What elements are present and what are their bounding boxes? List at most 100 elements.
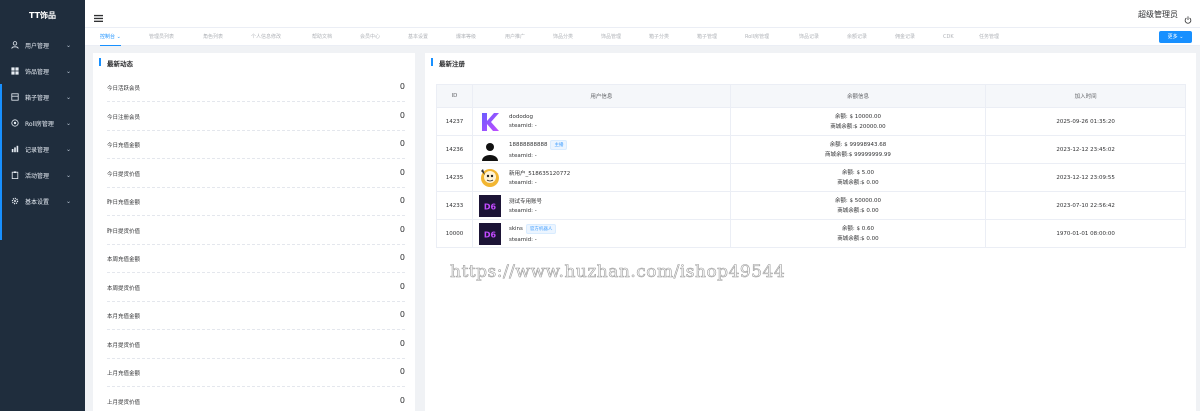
registrations-table-body: 14237 dododog steamid: - 余额: $ 10000.00 商城余额… [436, 107, 1186, 248]
stat-value: 0 [399, 224, 405, 234]
username: 18888888888 [508, 142, 548, 148]
power-icon[interactable] [1184, 9, 1192, 24]
table-row: 14233 D6 测试专用账号 steamid: - 余额: $ 50000.00 商城余… [436, 191, 1186, 220]
table-row: 14236 18888888888 主播 steamid: - 余额: $ 999989… [436, 135, 1186, 164]
cell-id: 14237 [436, 107, 473, 136]
sidebar-item-activities[interactable]: 活动管理 ⌄ [0, 162, 85, 188]
stat-label: 今日提货价值 [107, 171, 141, 178]
sidebar-item-records[interactable]: 记录管理 ⌄ [0, 136, 85, 162]
stat-row: 今日活跃会员 0 [107, 74, 405, 102]
tab-skin-records[interactable]: 饰品记录 [799, 28, 819, 46]
chevron-down-icon: ⌄ [65, 67, 71, 75]
tab-help-docs[interactable]: 帮助文档 [312, 28, 332, 46]
sidebar-item-label: 基本设置 [25, 198, 50, 206]
admin-name[interactable]: 超级管理员 [1138, 9, 1178, 20]
sidebar-item-skins[interactable]: 饰品管理 ⌄ [0, 58, 85, 84]
stat-row: 上月提货价值 0 [107, 388, 405, 411]
sidebar-item-label: Roll房管理 [25, 120, 54, 128]
stat-value: 0 [399, 196, 405, 205]
stat-label: 今日注册会员 [107, 114, 141, 121]
stat-row: 昨日提货价值 0 [107, 217, 405, 245]
tab-basic-settings[interactable]: 基本设置 [408, 28, 428, 46]
stat-label: 本月提货价值 [107, 342, 141, 349]
sidebar-item-users[interactable]: 用户管理 ⌄ [0, 32, 85, 58]
tab-skin-management[interactable]: 饰品管理 [601, 28, 621, 46]
chevron-down-icon: ⌄ [116, 34, 121, 40]
sidebar-item-boxes[interactable]: 箱子管理 ⌄ [0, 84, 85, 110]
column-header-user-info: 用户信息 [471, 84, 731, 108]
balance: 余额: $ 50000.00 [834, 197, 882, 204]
cell-user-info: D6 测试专用账号 steamid: - [471, 191, 731, 220]
stat-label: 今日活跃会员 [107, 86, 141, 92]
stat-value: 0 [399, 139, 405, 148]
stat-value: 0 [399, 338, 405, 348]
top-header: 超级管理员 [85, 0, 1200, 28]
cell-join-time: 2023-07-10 22:56:42 [985, 191, 1186, 220]
cell-user-info: 新用户_518635120772 steamid: - [471, 163, 731, 192]
cell-join-time: 1970-01-01 08:00:00 [985, 219, 1186, 248]
table-header-row: ID 用户信息 余额信息 加入时间 [436, 84, 1186, 108]
tab-box-management[interactable]: 箱子管理 [697, 28, 717, 46]
chart-icon [11, 145, 19, 153]
svg-text:D6: D6 [484, 230, 497, 239]
column-header-join-time: 加入时间 [985, 84, 1186, 108]
stat-label: 昨日充值金额 [107, 200, 141, 206]
clipboard-icon [11, 171, 19, 179]
stat-row: 上月充值金额 0 [107, 359, 405, 387]
tab-drop-rate[interactable]: 爆率等级 [456, 28, 476, 46]
tab-task-management[interactable]: 任务管理 [979, 28, 999, 46]
avatar [478, 138, 501, 161]
tab-member-center[interactable]: 会员中心 [360, 28, 380, 46]
cell-user-info: D6 skins 官方机器人 steamid: - [471, 219, 731, 248]
tab-dashboard[interactable]: 控制台 ⌄ [100, 28, 121, 46]
sidebar-item-settings[interactable]: 基本设置 ⌄ [0, 188, 85, 214]
brand-title: TT饰品 [28, 11, 57, 20]
tab-roll-management[interactable]: Roll房管理 [745, 28, 769, 46]
sidebar-active-indicator [0, 214, 2, 240]
sidebar-item-label: 饰品管理 [25, 68, 50, 76]
tab-box-category[interactable]: 箱子分类 [649, 28, 669, 46]
sidebar-item-label: 用户管理 [25, 42, 50, 50]
chevron-down-icon: ⌄ [65, 93, 71, 101]
cell-id: 14235 [436, 163, 473, 192]
avatar [479, 111, 501, 133]
stat-value: 0 [399, 82, 405, 91]
tab-commission-records[interactable]: 佣金记录 [895, 28, 915, 46]
stat-value: 0 [399, 110, 405, 120]
more-button[interactable]: 更多 ⌄ [1159, 31, 1192, 43]
stat-row: 今日充值金额 0 [107, 131, 405, 159]
stat-value: 0 [399, 367, 405, 376]
steamid: steamid: - [508, 153, 537, 159]
mall-balance: 商城余额:$ 0.00 [837, 235, 879, 242]
avatar: D6 [478, 194, 501, 217]
tab-cdk[interactable]: CDK [943, 28, 954, 46]
recent-registrations-title: 最新注册 [431, 58, 465, 68]
tab-balance-records[interactable]: 余额记录 [847, 28, 867, 46]
tab-profile-edit[interactable]: 个人信息修改 [251, 28, 281, 46]
steamid: steamid: - [508, 237, 537, 243]
username: skins [508, 226, 523, 232]
tab-role-list[interactable]: 角色列表 [203, 28, 223, 46]
tab-admin-list[interactable]: 管理员列表 [149, 28, 174, 46]
stat-label: 上月充值金额 [107, 371, 141, 377]
sidebar-item-label: 记录管理 [25, 146, 50, 154]
steamid: steamid: - [508, 123, 537, 129]
stat-label: 今日充值金额 [107, 143, 141, 149]
tab-user-promotion[interactable]: 用户推广 [505, 28, 525, 46]
cell-balance-info: 余额: $ 50000.00 商城余额:$ 0.00 [729, 191, 987, 220]
column-header-balance-info: 余额信息 [729, 84, 987, 108]
gear-icon [11, 197, 19, 205]
username: 测试专用账号 [508, 199, 542, 205]
mall-balance: 商城余额:$ 0.00 [837, 207, 879, 214]
balance: 余额: $ 99998943.68 [829, 141, 887, 148]
sidebar-item-roll[interactable]: Roll房管理 ⌄ [0, 110, 85, 136]
cell-balance-info: 余额: $ 0.60 商城余额:$ 0.00 [729, 219, 987, 248]
stat-label: 本周充值金额 [107, 257, 141, 263]
balance: 余额: $ 10000.00 [834, 113, 882, 120]
hamburger-menu-icon[interactable] [94, 8, 103, 23]
tab-skin-category[interactable]: 饰品分类 [553, 28, 573, 46]
stat-label: 本月充值金额 [107, 314, 141, 320]
sidebar: TT饰品 用户管理 ⌄ 饰品管理 ⌄ 箱子管理 ⌄ Roll房管理 ⌄ 记录管理… [0, 0, 85, 411]
box-icon [11, 93, 19, 101]
avatar: D6 [478, 222, 501, 245]
